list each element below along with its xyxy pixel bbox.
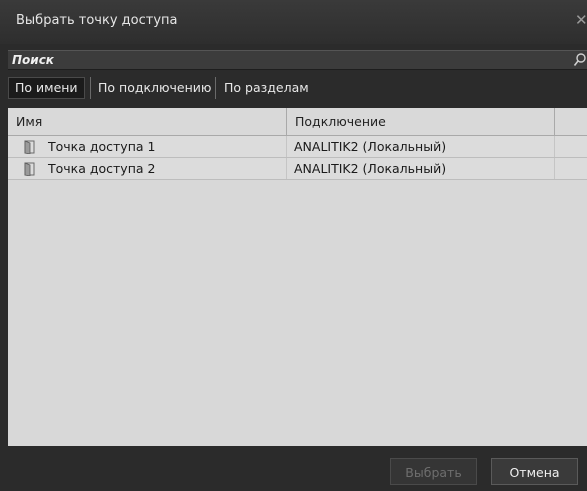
row-connection: ANALITIK2 (Локальный): [294, 161, 447, 176]
cell-divider: [286, 136, 287, 157]
tab-by-connection[interactable]: По подключению: [92, 77, 217, 99]
table-row[interactable]: Точка доступа 1 ANALITIK2 (Локальный): [8, 136, 587, 158]
access-point-table: Имя Подключение Точка доступа 1 ANALITIK…: [8, 108, 587, 446]
column-header-connection[interactable]: Подключение: [287, 108, 554, 135]
tab-divider: [215, 77, 216, 99]
close-icon[interactable]: ✕: [575, 11, 587, 29]
door-icon: [24, 162, 35, 176]
view-tabs: По имени По подключению По разделам: [8, 75, 587, 102]
column-header-name[interactable]: Имя: [8, 108, 286, 135]
door-icon: [24, 140, 35, 154]
cancel-button[interactable]: Отмена: [491, 458, 578, 485]
row-name: Точка доступа 1: [48, 139, 156, 154]
cell-divider: [554, 136, 555, 157]
cell-divider: [286, 158, 287, 179]
dialog-title: Выбрать точку доступа: [16, 13, 178, 28]
dialog-footer: Выбрать Отмена: [0, 446, 587, 491]
search-input[interactable]: [8, 51, 572, 69]
tab-divider: [90, 77, 91, 99]
table-header: Имя Подключение: [8, 108, 587, 136]
search-bar: [8, 50, 587, 70]
select-access-point-dialog: Выбрать точку доступа ✕ По имени По подк…: [0, 0, 587, 491]
row-connection: ANALITIK2 (Локальный): [294, 139, 447, 154]
row-name: Точка доступа 2: [48, 161, 156, 176]
search-icon[interactable]: [573, 52, 587, 68]
tab-by-name[interactable]: По имени: [8, 77, 85, 99]
select-button[interactable]: Выбрать: [390, 458, 477, 485]
column-divider[interactable]: [554, 108, 555, 135]
table-row[interactable]: Точка доступа 2 ANALITIK2 (Локальный): [8, 158, 587, 180]
tab-by-sections[interactable]: По разделам: [218, 77, 315, 99]
cell-divider: [554, 158, 555, 179]
title-bar[interactable]: Выбрать точку доступа ✕: [0, 0, 587, 44]
